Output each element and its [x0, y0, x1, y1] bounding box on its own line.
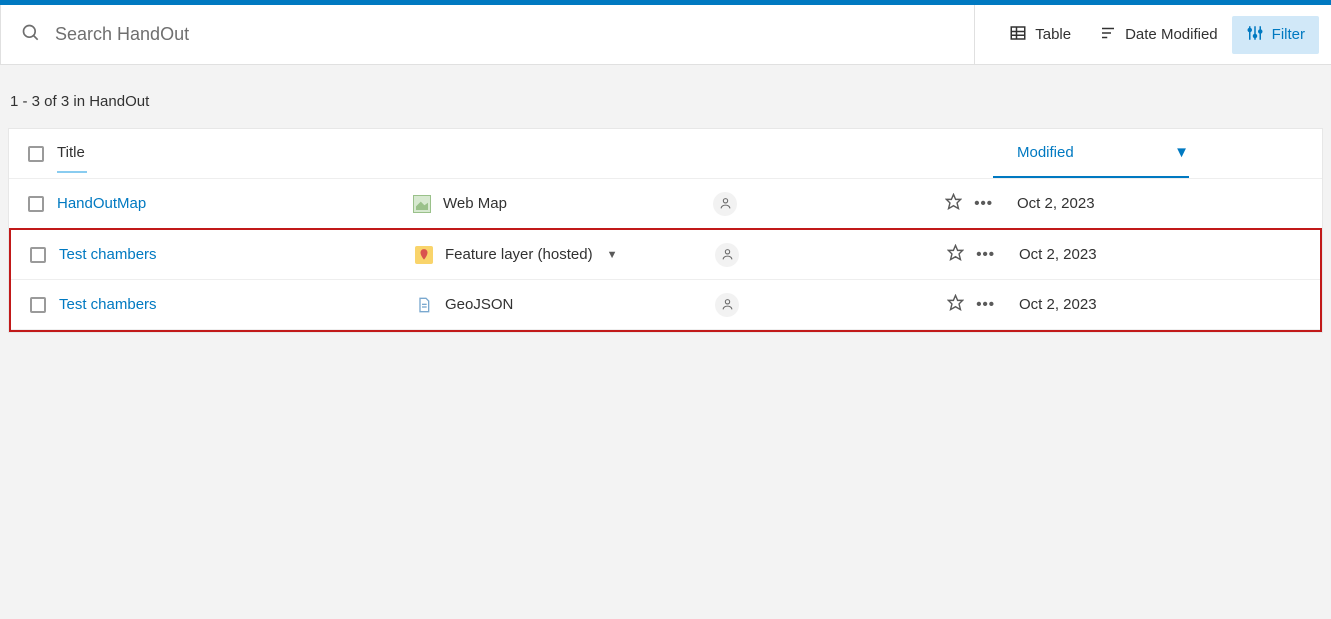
- webmap-icon: [413, 195, 431, 213]
- row-checkbox[interactable]: [28, 196, 44, 212]
- more-actions-icon[interactable]: •••: [976, 296, 995, 313]
- annotation-highlight: Test chambers Feature layer (hosted) ▼ ••• O…: [9, 228, 1322, 332]
- item-modified-date: Oct 2, 2023: [1019, 246, 1097, 263]
- item-type: Feature layer (hosted): [445, 246, 593, 263]
- result-count: 1 - 3 of 3 in HandOut: [8, 71, 1323, 128]
- search-icon: [21, 23, 41, 46]
- item-type: GeoJSON: [445, 296, 513, 313]
- table-icon: [1009, 24, 1027, 46]
- row-checkbox[interactable]: [30, 247, 46, 263]
- share-owner-icon[interactable]: [715, 293, 739, 317]
- table-row: Test chambers GeoJSON ••• Oct 2, 2023: [11, 280, 1320, 330]
- filter-label: Filter: [1272, 26, 1305, 43]
- item-modified-date: Oct 2, 2023: [1019, 296, 1097, 313]
- type-dropdown-caret-icon[interactable]: ▼: [607, 249, 618, 261]
- header-title[interactable]: Title: [53, 134, 413, 173]
- sort-date-modified-label: Date Modified: [1125, 26, 1218, 43]
- search-input[interactable]: [55, 24, 555, 45]
- toolbar-actions: Table Date Modified Filter: [974, 5, 1331, 64]
- item-modified-date: Oct 2, 2023: [1017, 195, 1095, 212]
- items-table: Title Modified ▼ HandOutMap Web Map ••• Oct…: [8, 128, 1323, 333]
- sort-date-modified-button[interactable]: Date Modified: [1085, 16, 1232, 54]
- feature-layer-icon: [415, 246, 433, 264]
- favorite-star-icon[interactable]: [947, 294, 964, 315]
- header-modified[interactable]: Modified ▼: [993, 129, 1189, 178]
- table-row: Test chambers Feature layer (hosted) ▼ ••• O…: [11, 230, 1320, 280]
- header-checkbox-cell: [19, 146, 53, 162]
- select-all-checkbox[interactable]: [28, 146, 44, 162]
- view-table-label: Table: [1035, 26, 1071, 43]
- item-title-link[interactable]: HandOutMap: [57, 195, 146, 212]
- more-actions-icon[interactable]: •••: [976, 246, 995, 263]
- table-header-row: Title Modified ▼: [9, 129, 1322, 179]
- favorite-star-icon[interactable]: [945, 193, 962, 214]
- item-type: Web Map: [443, 195, 507, 212]
- sort-icon: [1099, 24, 1117, 46]
- table-row: HandOutMap Web Map ••• Oct 2, 2023: [9, 179, 1322, 229]
- view-table-button[interactable]: Table: [995, 16, 1085, 54]
- filter-button[interactable]: Filter: [1232, 16, 1319, 54]
- sliders-icon: [1246, 24, 1264, 46]
- share-owner-icon[interactable]: [713, 192, 737, 216]
- item-title-link[interactable]: Test chambers: [59, 296, 157, 313]
- document-icon: [415, 296, 433, 314]
- search-area: [0, 5, 974, 64]
- row-checkbox[interactable]: [30, 297, 46, 313]
- toolbar: Table Date Modified Filter: [0, 5, 1331, 65]
- more-actions-icon[interactable]: •••: [974, 195, 993, 212]
- favorite-star-icon[interactable]: [947, 244, 964, 265]
- sort-desc-icon: ▼: [1174, 144, 1189, 161]
- share-owner-icon[interactable]: [715, 243, 739, 267]
- item-title-link[interactable]: Test chambers: [59, 246, 157, 263]
- content-area: 1 - 3 of 3 in HandOut Title Modified ▼ H…: [0, 65, 1331, 339]
